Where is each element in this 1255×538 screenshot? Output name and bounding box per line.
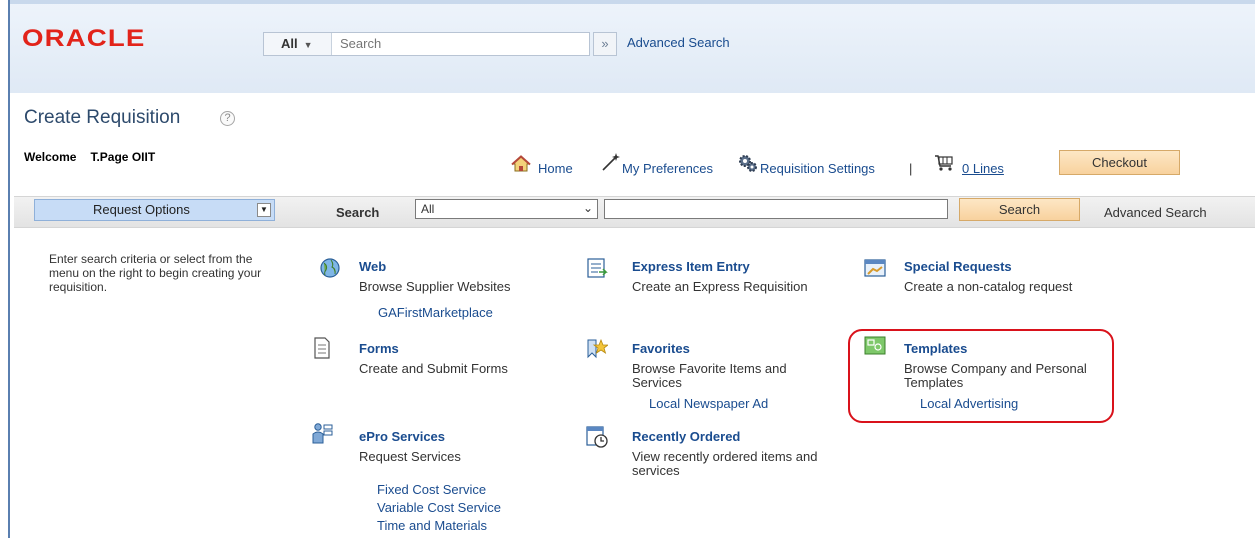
gafirstmarketplace-link[interactable]: GAFirstMarketplace [378,305,493,320]
express-item-entry-description: Create an Express Requisition [632,279,808,294]
variable-cost-service-link[interactable]: Variable Cost Service [377,500,501,515]
favorites-title[interactable]: Favorites [632,341,690,356]
global-search-bar: All ▼ [263,32,590,56]
favorites-description: Browse Favorite Items and Services [632,361,787,390]
web-title[interactable]: Web [359,259,386,274]
band-search-label: Search [336,205,380,220]
checkout-button[interactable]: Checkout [1059,150,1180,175]
search-scope-dropdown[interactable]: All ▼ [264,33,332,55]
web-description: Browse Supplier Websites [359,279,511,294]
oracle-logo: ORACLE [22,25,146,52]
welcome-label: Welcome [24,150,77,164]
cart-icon[interactable] [934,153,956,173]
band-advanced-search-link[interactable]: Advanced Search [1104,205,1207,220]
request-options-label: Request Options [93,202,190,217]
epro-services-icon [312,423,333,444]
requisition-settings-link[interactable]: Requisition Settings [760,161,875,176]
search-category-select[interactable]: All ⌄ [415,199,598,219]
epro-services-description: Request Services [359,449,461,464]
recently-ordered-description: View recently ordered items and services [632,449,818,478]
left-border [8,93,10,538]
special-requests-title[interactable]: Special Requests [904,259,1012,274]
wand-icon[interactable] [600,152,622,172]
special-request-icon [864,259,886,277]
catalog-search-button[interactable]: Search [959,198,1080,221]
my-preferences-link[interactable]: My Preferences [622,161,713,176]
advanced-search-link[interactable]: Advanced Search [627,35,730,50]
banner-strip [10,0,1255,4]
globe-icon [320,258,340,278]
local-newspaper-ad-link[interactable]: Local Newspaper Ad [649,396,768,411]
instructions-text: Enter search criteria or select from the… [49,252,262,294]
epro-services-title[interactable]: ePro Services [359,429,445,444]
search-go-button[interactable]: » [593,32,617,56]
form-document-icon [314,337,330,359]
catalog-search-input[interactable] [604,199,948,219]
caret-down-icon: ▼ [303,40,313,50]
forms-description: Create and Submit Forms [359,361,508,376]
help-icon[interactable]: ? [220,111,235,126]
home-icon[interactable] [511,155,531,173]
time-and-materials-link[interactable]: Time and Materials [377,518,487,533]
express-entry-icon [587,258,608,278]
special-requests-description: Create a non-catalog request [904,279,1073,294]
search-category-value: All [421,202,435,216]
cart-lines-link[interactable]: 0 Lines [962,161,1004,176]
recently-ordered-title[interactable]: Recently Ordered [632,429,740,444]
nav-separator: | [909,161,913,176]
home-link[interactable]: Home [538,161,573,176]
gears-icon[interactable] [737,153,759,173]
favorites-star-icon [587,338,608,359]
templates-highlight [848,329,1114,423]
forms-title[interactable]: Forms [359,341,399,356]
fixed-cost-service-link[interactable]: Fixed Cost Service [377,482,486,497]
global-search-input[interactable] [340,36,580,51]
express-item-entry-title[interactable]: Express Item Entry [632,259,750,274]
dropdown-arrow-icon[interactable]: ▼ [257,203,271,217]
user-name: T.Page OIIT [90,150,156,164]
chevron-down-icon: ⌄ [582,201,593,215]
search-scope-label: All [281,36,298,51]
request-options-dropdown[interactable]: Request Options ▼ [34,199,275,221]
welcome-text: Welcome T.Page OIIT [24,150,155,164]
page-title: Create Requisition [24,107,181,128]
recently-ordered-clock-icon [586,426,608,448]
